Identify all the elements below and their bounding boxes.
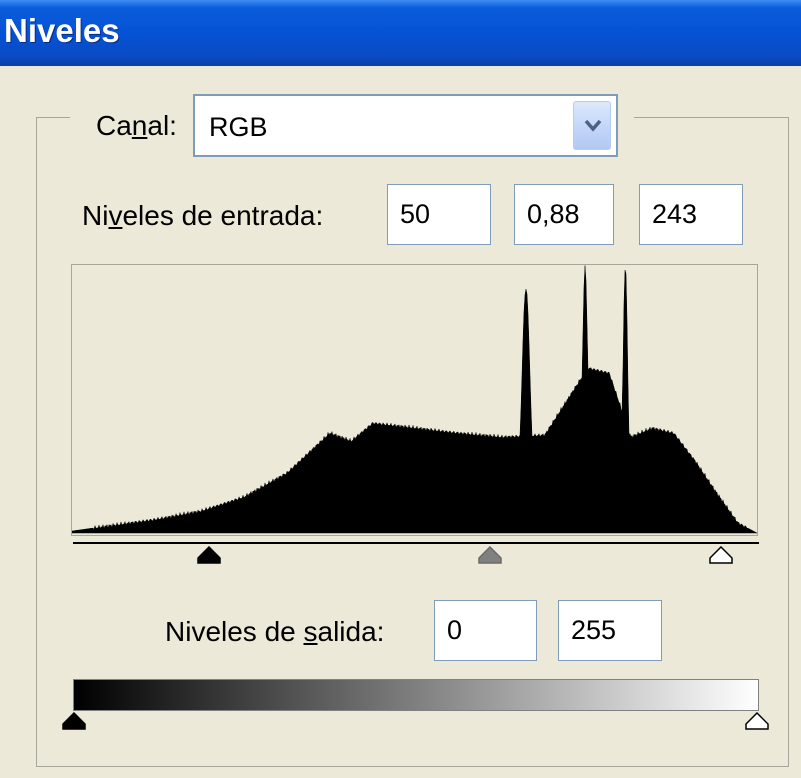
input-black-field[interactable]: 50 bbox=[387, 184, 491, 245]
input-white-slider[interactable] bbox=[708, 546, 734, 564]
input-slider-track[interactable] bbox=[73, 542, 759, 544]
channel-label: Canal: bbox=[96, 110, 177, 141]
output-black-slider[interactable] bbox=[61, 712, 87, 730]
output-white-field[interactable]: 255 bbox=[558, 600, 662, 661]
chevron-down-icon bbox=[584, 119, 602, 132]
channel-select[interactable]: RGB bbox=[193, 94, 618, 157]
window-title: Niveles bbox=[4, 12, 120, 49]
input-white-field[interactable]: 243 bbox=[639, 184, 743, 245]
input-gamma-field[interactable]: 0,88 bbox=[514, 184, 614, 245]
input-levels-label: Niveles de entrada: bbox=[82, 200, 324, 231]
output-white-slider[interactable] bbox=[744, 712, 770, 730]
title-bar[interactable]: Niveles bbox=[0, 0, 801, 66]
dropdown-button[interactable] bbox=[573, 101, 611, 150]
input-gamma-slider[interactable] bbox=[477, 546, 503, 564]
histogram-plot bbox=[72, 265, 757, 534]
input-black-slider[interactable] bbox=[196, 546, 222, 564]
output-black-field[interactable]: 0 bbox=[434, 600, 537, 661]
output-levels-label: Niveles de salida: bbox=[165, 616, 385, 647]
channel-value: RGB bbox=[209, 112, 268, 142]
histogram bbox=[71, 264, 758, 536]
output-gradient-bar[interactable] bbox=[73, 679, 759, 711]
histogram-area bbox=[72, 265, 757, 534]
